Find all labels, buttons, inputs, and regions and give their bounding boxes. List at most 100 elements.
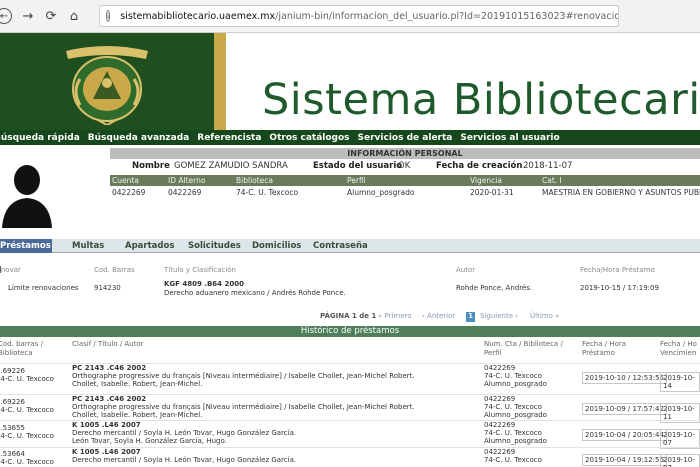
- loan-history-heading: Histórico de préstamos: [0, 326, 700, 337]
- cat-value: MAESTRIA EN GOBIERNO Y ASUNTOS PUBLICOS: [542, 188, 700, 197]
- col-library: Biblioteca: [236, 176, 274, 185]
- tab-requests[interactable]: Solicitudes: [188, 241, 241, 251]
- hist-col-due-date: Fecha / Ho Vencimien: [660, 340, 697, 357]
- account-value: 0422269: [112, 188, 146, 197]
- tab-fines[interactable]: Multas: [72, 241, 104, 251]
- title-header: Título y Clasificación: [164, 266, 236, 274]
- pager-current-page[interactable]: 1: [466, 312, 475, 322]
- site-title: Sistema Bibliotecario: [262, 75, 700, 125]
- hist-title-link[interactable]: Orthographe progressive du français [Niv…: [72, 403, 415, 419]
- tab-addresses[interactable]: Domicilios: [252, 241, 301, 251]
- reload-icon: ⟳: [45, 8, 57, 24]
- hist-title-link[interactable]: Orthographe progressive du français [Niv…: [72, 372, 415, 388]
- library-value: 74-C. U. Texcoco: [236, 188, 299, 197]
- hist-loan-date: 2019-10-04 / 19:12:56: [582, 454, 667, 466]
- hist-col-account: Num. Cta / Biblioteca / Perfil: [484, 340, 563, 357]
- pager-prev[interactable]: ‹ Anterior: [422, 312, 455, 320]
- alt-id-value: 0422269: [168, 188, 202, 197]
- col-account: Cuenta: [112, 176, 139, 185]
- home-icon: ⌂: [69, 8, 79, 24]
- site-info-icon[interactable]: i: [106, 10, 111, 22]
- hist-classification: K 1005 .L46 2007: [72, 448, 141, 456]
- hist-classification: PC 2143 .C46 2002: [72, 395, 147, 403]
- loan-classification: KGF 4809 .B64 2000: [164, 280, 244, 288]
- hist-barcode: ...53664 74-C. U. Texcoco: [0, 450, 54, 466]
- page: ← → ⟳ ⌂ i sistemabibliotecario.uaemex.mx…: [0, 0, 700, 467]
- hist-classification: PC 2143 .C46 2002: [72, 364, 147, 372]
- col-validity: Vigencia: [470, 176, 502, 185]
- menu-item-user-services[interactable]: Servicios al usuario: [460, 133, 559, 143]
- personal-summary-row: Nombre GOMEZ ZAMUDIO SANDRA Estado del u…: [110, 161, 700, 173]
- pager-first[interactable]: « Primero: [378, 312, 412, 320]
- status-label: Estado del usuario: [313, 161, 403, 171]
- back-arrow-icon: ←: [0, 10, 9, 22]
- hist-due-date: 2019-10-07: [660, 454, 700, 467]
- loan-barcode: 914230: [94, 284, 121, 292]
- browser-toolbar: ← → ⟳ ⌂ i sistemabibliotecario.uaemex.mx…: [0, 0, 700, 33]
- hist-barcode: ...69226 74-C. U. Texcoco: [0, 367, 54, 383]
- main-menu: Búsqueda rápida Búsqueda avanzada Refere…: [0, 130, 700, 145]
- renew-header-label: Renovar: [0, 266, 21, 274]
- hist-col-title: Clasif / Título / Autor: [72, 340, 144, 348]
- name-label: Nombre: [132, 161, 170, 171]
- history-row: ...53664 74-C. U. Texcoco K 1005 .L46 20…: [0, 447, 700, 467]
- hist-title-link[interactable]: Derecho mercantil / Soyla H. León Tovar,…: [72, 429, 296, 445]
- hist-col-loan-date: Fecha / Hora Préstamo: [582, 340, 627, 357]
- menu-item-advanced-search[interactable]: Búsqueda avanzada: [88, 133, 189, 143]
- menu-item-other-catalogs[interactable]: Otros catálogos: [269, 133, 349, 143]
- name-value: GOMEZ ZAMUDIO SANDRA: [174, 161, 288, 171]
- forward-button[interactable]: →: [18, 6, 38, 26]
- status-value: OK: [398, 161, 411, 171]
- loan-date: 2019-10-15 / 17:19:09: [580, 284, 659, 292]
- url-path: /janium-bin/informacion_del_usuario.pl?I…: [275, 10, 619, 22]
- menu-item-alert-services[interactable]: Servicios de alerta: [358, 133, 453, 143]
- loan-row: Límite renovaciones 914230 KGF 4809 .B64…: [0, 280, 700, 300]
- url-host: sistemabibliotecario.uaemex.mx: [120, 10, 276, 22]
- hist-account: 0422269 74-C. U. Texcoco Alumno_posgrado: [484, 421, 547, 445]
- renew-all-checkbox[interactable]: [0, 266, 1, 273]
- pager-next[interactable]: Siguiente ›: [480, 312, 518, 320]
- col-profile: Perfil: [347, 176, 366, 185]
- menu-item-quick-search[interactable]: Búsqueda rápida: [0, 133, 80, 143]
- pager-page-text: PÁGINA 1 de 1: [320, 312, 377, 320]
- history-row: ...69226 74-C. U. Texcoco PC 2143 .C46 2…: [0, 363, 700, 394]
- loan-date-header: Fecha/Hora Préstamo: [580, 266, 655, 274]
- university-seal-icon: [66, 46, 148, 125]
- hist-loan-date: 2019-10-04 / 20:05:44: [582, 429, 667, 441]
- forward-arrow-icon: →: [22, 8, 34, 24]
- personal-columns-header: Cuenta ID Alterno Biblioteca Perfil Vige…: [110, 175, 700, 186]
- col-alt-id: ID Alterno: [168, 176, 206, 185]
- renew-limit-text: Límite renovaciones: [8, 284, 79, 292]
- created-label: Fecha de creación: [436, 161, 523, 171]
- personal-data-row: 0422269 0422269 74-C. U. Texcoco Alumno_…: [110, 187, 700, 199]
- created-value: 2018-11-07: [523, 161, 573, 171]
- tab-holds[interactable]: Apartados: [125, 241, 174, 251]
- hist-loan-date: 2019-10-09 / 17:57:42: [582, 403, 667, 415]
- site-banner: Sistema Bibliotecario: [0, 33, 700, 130]
- profile-value: Alumno_posgrado: [347, 188, 415, 197]
- loan-title-link[interactable]: Derecho aduanero mexicano / Andrés Rohde…: [164, 289, 346, 297]
- hist-account: 0422269 74-C. U. Texcoco Alumno_posgrado: [484, 364, 547, 388]
- barcode-header: Cod. Barras: [94, 266, 135, 274]
- menu-item-referencista[interactable]: Referencista: [197, 133, 261, 143]
- col-cat: Cat. I: [542, 176, 562, 185]
- back-button[interactable]: ←: [0, 8, 12, 24]
- hist-title-link[interactable]: Derecho mercantil / Soyla H. León Tovar,…: [72, 456, 296, 464]
- hist-barcode: ...53655 74-C. U. Texcoco: [0, 424, 54, 440]
- user-avatar-icon: [2, 165, 52, 228]
- validity-value: 2020-01-31: [470, 188, 514, 197]
- reload-button[interactable]: ⟳: [41, 6, 61, 26]
- hist-loan-date: 2019-10-10 / 12:53:55: [582, 372, 667, 384]
- hist-due-date: 2019-10-07: [660, 429, 700, 449]
- pager-last[interactable]: Último »: [530, 312, 559, 320]
- tab-password[interactable]: Contraseña: [313, 241, 368, 251]
- personal-info-heading: INFORMACIÓN PERSONAL: [110, 148, 700, 159]
- address-bar[interactable]: i sistemabibliotecario.uaemex.mx/janium-…: [99, 5, 619, 27]
- hist-due-date: 2019-10-14: [660, 372, 700, 392]
- loan-author: Rohde Ponce, Andrés.: [456, 284, 533, 292]
- home-button[interactable]: ⌂: [64, 6, 84, 26]
- author-header: Autor: [456, 266, 476, 274]
- hist-barcode: ...69226 74-C. U. Texcoco: [0, 398, 54, 414]
- tab-loans[interactable]: Préstamos: [0, 239, 52, 253]
- account-tabs: Préstamos Multas Apartados Solicitudes D…: [0, 239, 700, 253]
